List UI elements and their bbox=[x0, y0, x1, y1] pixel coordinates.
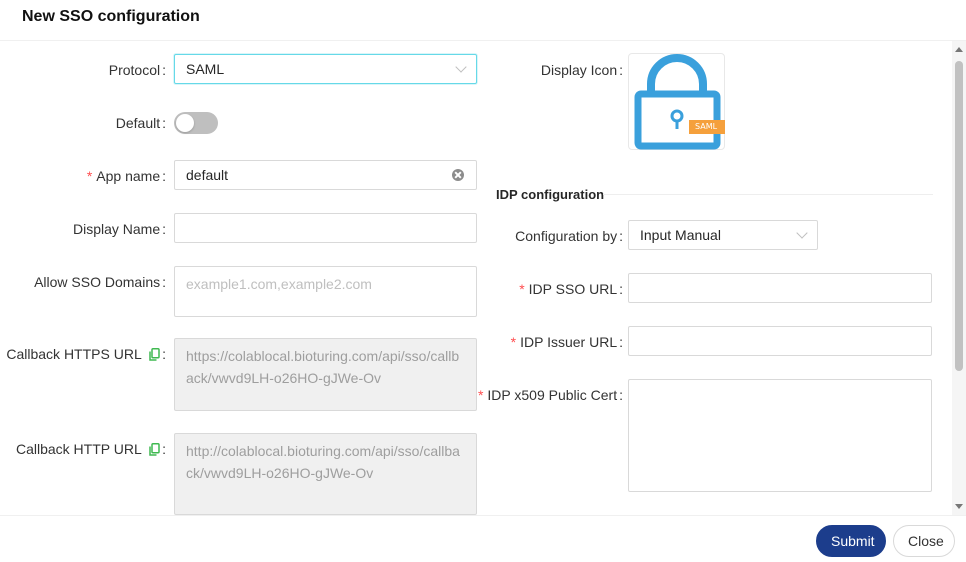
callback-https-label: Callback HTTPS URL : bbox=[6, 346, 166, 364]
submit-button[interactable]: Submit bbox=[816, 525, 886, 557]
configuration-by-select[interactable]: Input Manual bbox=[628, 220, 818, 250]
idp-sso-url-label: * IDP SSO URL: bbox=[519, 281, 623, 297]
protocol-label: Protocol: bbox=[108, 62, 166, 78]
allow-domains-label: Allow SSO Domains: bbox=[34, 274, 166, 290]
idp-sso-url-input[interactable] bbox=[628, 273, 932, 303]
display-icon-picker[interactable]: SAML bbox=[628, 53, 725, 150]
callback-https-field: https://colablocal.bioturing.com/api/sso… bbox=[174, 338, 477, 411]
display-name-input[interactable] bbox=[174, 213, 477, 243]
protocol-select-value: SAML bbox=[186, 61, 225, 77]
scroll-down-arrow-icon[interactable] bbox=[955, 504, 963, 509]
padlock-icon bbox=[634, 54, 725, 150]
configuration-by-label: Configuration by: bbox=[515, 228, 623, 244]
app-name-label: * App name: bbox=[86, 168, 166, 184]
default-toggle[interactable] bbox=[174, 112, 218, 134]
display-icon-label: Display Icon: bbox=[540, 62, 623, 78]
scrollbar[interactable] bbox=[952, 41, 966, 515]
scroll-up-arrow-icon[interactable] bbox=[955, 47, 963, 52]
chevron-down-icon bbox=[455, 61, 467, 73]
callback-http-label: Callback HTTP URL : bbox=[15, 441, 166, 459]
saml-badge: SAML bbox=[695, 122, 718, 131]
allow-domains-placeholder: example1.com,example2.com bbox=[186, 276, 372, 292]
idp-section-title: IDP configuration bbox=[496, 187, 605, 202]
section-divider bbox=[603, 194, 933, 195]
idp-issuer-url-label: * IDP Issuer URL: bbox=[510, 334, 623, 350]
toggle-knob bbox=[176, 114, 194, 132]
allow-domains-input[interactable]: example1.com,example2.com bbox=[174, 266, 477, 317]
chevron-down-icon bbox=[796, 227, 808, 239]
modal-header: New SSO configuration bbox=[0, 0, 966, 41]
modal-title: New SSO configuration bbox=[22, 8, 200, 25]
app-name-input[interactable]: default bbox=[174, 160, 477, 190]
clear-icon[interactable] bbox=[452, 169, 464, 181]
default-label: Default: bbox=[115, 115, 166, 131]
callback-http-field: http://colablocal.bioturing.com/api/sso/… bbox=[174, 433, 477, 515]
protocol-select[interactable]: SAML bbox=[174, 54, 477, 84]
idp-x509-cert-input[interactable] bbox=[628, 379, 932, 492]
idp-issuer-url-input[interactable] bbox=[628, 326, 932, 356]
modal-footer: Submit Close bbox=[0, 515, 966, 562]
modal-body: Protocol: SAML Default: * App name: defau… bbox=[0, 41, 966, 515]
copy-icon[interactable] bbox=[149, 443, 160, 459]
scroll-thumb[interactable] bbox=[955, 61, 963, 371]
idp-x509-cert-label: * IDP x509 Public Cert: bbox=[477, 387, 623, 403]
close-button[interactable]: Close bbox=[893, 525, 955, 557]
display-name-label: Display Name: bbox=[72, 221, 166, 237]
copy-icon[interactable] bbox=[149, 348, 160, 364]
app-name-value: default bbox=[186, 167, 229, 183]
